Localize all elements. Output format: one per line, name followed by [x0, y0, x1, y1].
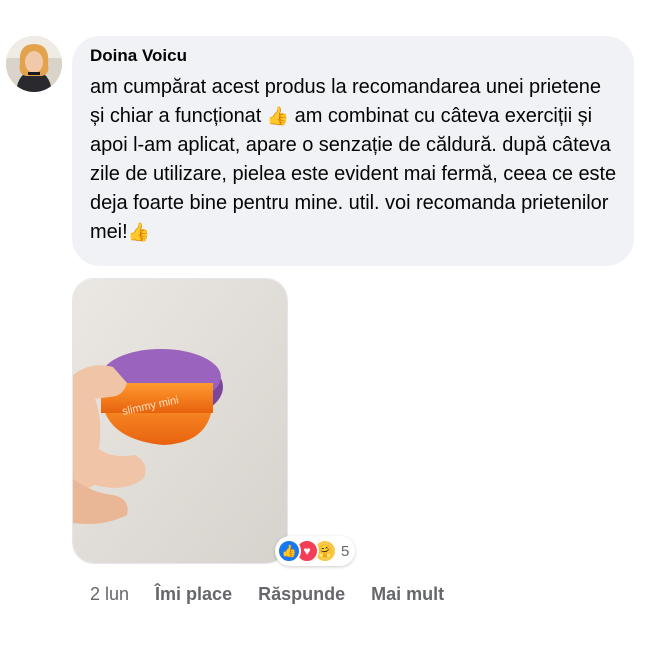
reply-button[interactable]: Răspunde [258, 583, 345, 605]
avatar-photo [6, 36, 62, 92]
reactions-summary[interactable]: 👍 ♥ 🤗 5 [275, 536, 356, 566]
like-reaction-icon: 👍 [277, 539, 301, 563]
comment-bubble: Doina Voicu am cumpărat acest produs la … [72, 36, 634, 266]
reaction-count: 5 [341, 542, 350, 560]
thumbs-up-emoji-icon-end: 👍 [127, 222, 150, 242]
comment-author[interactable]: Doina Voicu [90, 45, 187, 67]
commenter-avatar[interactable] [6, 36, 62, 92]
like-button[interactable]: Îmi place [155, 583, 232, 605]
product-photo-image: slimmy mini [73, 279, 287, 563]
comment-photo[interactable]: slimmy mini [72, 278, 288, 564]
thumbs-up-emoji-icon: 👍 [266, 106, 290, 126]
more-button[interactable]: Mai mult [371, 583, 444, 605]
comment-actions: 2 lun Îmi place Răspunde Mai mult [90, 583, 470, 605]
comment-timestamp[interactable]: 2 lun [90, 583, 129, 605]
comment-text: am cumpărat acest produs la recomandarea… [90, 73, 618, 247]
